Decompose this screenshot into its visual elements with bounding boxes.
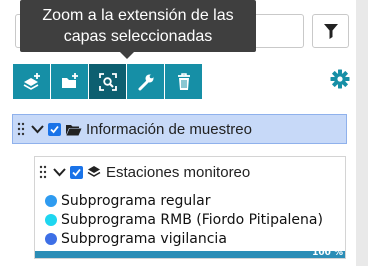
legend-dot xyxy=(45,213,57,226)
progress-label: 100 % xyxy=(312,248,343,258)
filter-icon xyxy=(323,24,338,39)
properties-button[interactable] xyxy=(127,64,164,99)
group-checkbox[interactable] xyxy=(48,122,61,136)
layer-toolbar xyxy=(13,64,203,100)
legend: Subprograma regular Subprograma RMB (Fio… xyxy=(45,191,323,248)
legend-item: Subprograma regular xyxy=(45,191,323,210)
zoom-to-extent-button[interactable] xyxy=(89,64,126,99)
zoom-to-extent-icon xyxy=(98,72,117,91)
layer-card: Estaciones monitoreo Subprograma regular… xyxy=(34,156,346,259)
tooltip-line-2: capas seleccionadas xyxy=(63,28,213,45)
trash-icon xyxy=(177,72,190,90)
wrench-icon xyxy=(138,74,153,90)
drag-handle-icon[interactable] xyxy=(39,165,47,179)
layer-checkbox[interactable] xyxy=(70,165,83,179)
group-label: Información de muestreo xyxy=(86,120,252,138)
load-progress-bar: 100 % xyxy=(35,248,345,258)
chevron-down-icon[interactable] xyxy=(53,167,66,177)
layer-row[interactable]: Estaciones monitoreo xyxy=(35,157,345,187)
legend-label: Subprograma regular xyxy=(61,192,211,209)
legend-dot xyxy=(45,232,57,245)
folder-open-icon xyxy=(65,123,82,136)
layers-icon xyxy=(87,165,101,179)
tooltip-line-1: Zoom a la extensión de las xyxy=(42,7,234,24)
tooltip: Zoom a la extensión de las capas selecci… xyxy=(20,0,256,59)
filter-button[interactable] xyxy=(312,14,349,48)
legend-dot xyxy=(45,194,57,207)
delete-button[interactable] xyxy=(165,64,202,99)
layer-group-row[interactable]: Información de muestreo xyxy=(12,114,347,144)
scrollbar-track[interactable] xyxy=(356,0,368,266)
layer-label: Estaciones monitoreo xyxy=(106,163,251,181)
add-folder-icon xyxy=(61,72,78,88)
add-layer-button[interactable] xyxy=(13,64,50,99)
legend-label: Subprograma RMB (Fiordo Pitipalena) xyxy=(61,211,323,228)
settings-button[interactable] xyxy=(329,68,351,90)
add-folder-button[interactable] xyxy=(51,64,88,99)
legend-item: Subprograma RMB (Fiordo Pitipalena) xyxy=(45,210,323,229)
drag-handle-icon[interactable] xyxy=(17,122,25,136)
chevron-down-icon[interactable] xyxy=(31,124,44,134)
legend-label: Subprograma vigilancia xyxy=(61,230,227,247)
legend-item: Subprograma vigilancia xyxy=(45,229,323,248)
tooltip-arrow xyxy=(120,52,134,59)
gear-icon xyxy=(330,69,350,89)
add-layer-icon xyxy=(23,72,40,90)
